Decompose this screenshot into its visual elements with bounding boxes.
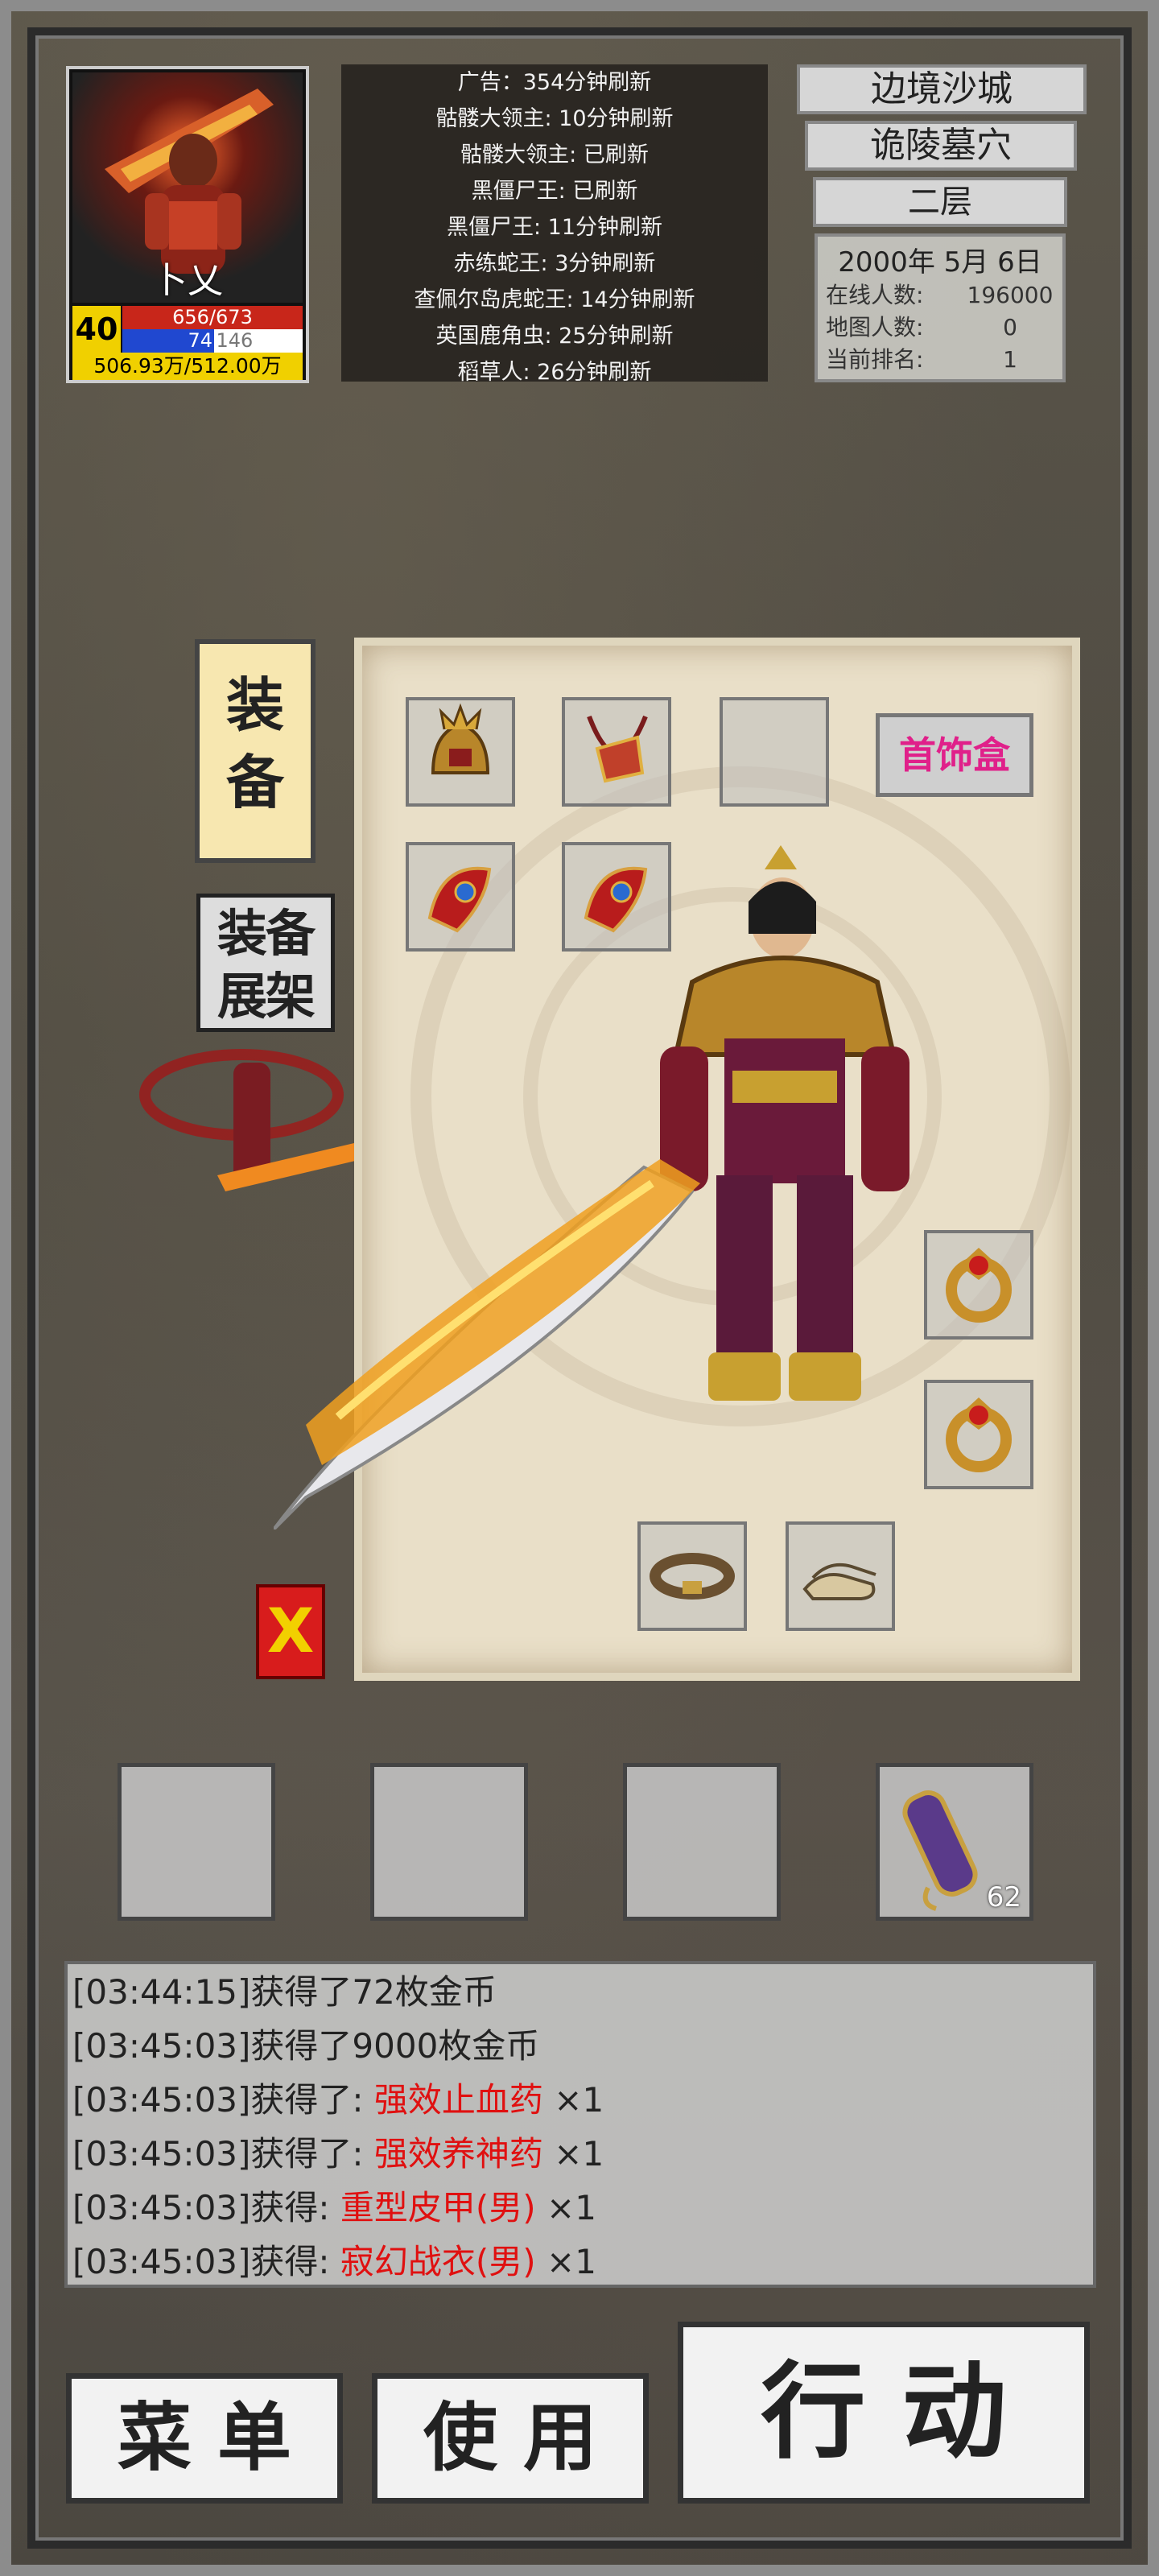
boss-timer-item: 广告：354分钟刷新: [457, 70, 652, 95]
mp-bar: 74 146: [122, 329, 303, 353]
log-line: [03:45:03]获得了: 强效养神药 ×1: [72, 2129, 1088, 2183]
sword-weapon-icon: [274, 1159, 700, 1530]
server-stats: 2000年 5月 6日 在线人数: 196000 地图人数: 0 当前排名: 1: [815, 233, 1066, 382]
bracer-icon: [427, 866, 492, 933]
close-button[interactable]: X: [256, 1584, 325, 1679]
log-line: [03:45:03]获得: 重型皮甲(男) ×1: [72, 2183, 1088, 2237]
map-players-label: 地图人数:: [826, 314, 924, 341]
mp-current: 74: [188, 329, 212, 352]
empty-slot[interactable]: [720, 697, 829, 807]
scroll-count: 62: [986, 1881, 1021, 1913]
log-line: [03:45:03]获得了: 强效止血药 ×1: [72, 2075, 1088, 2129]
boots-icon: [802, 1563, 876, 1600]
ring-icon: [946, 1248, 1012, 1323]
log-line: [03:45:03]获得: 寂幻战衣(男) ×1: [72, 2237, 1088, 2285]
belt-icon: [650, 1553, 735, 1600]
bracelet-left-slot[interactable]: [406, 842, 515, 952]
log-suffix: ×1: [535, 2188, 596, 2227]
log-suffix: ×1: [542, 2080, 604, 2120]
log-text: [03:45:03]获得了9000枚金币: [72, 2026, 540, 2066]
quick-slot-4[interactable]: 62: [876, 1763, 1033, 1921]
player-level: 40: [72, 306, 121, 353]
equipment-tab[interactable]: 装 备: [195, 639, 316, 863]
log-item: 强效止血药: [373, 2080, 543, 2120]
game-date: 2000年 5月 6日: [838, 246, 1042, 279]
message-log[interactable]: [03:44:15]获得了72枚金币 [03:45:03]获得了9000枚金币 …: [64, 1961, 1096, 2288]
rank-row: 当前排名: 1: [826, 344, 1054, 376]
boss-timer-list: 广告：354分钟刷新 骷髅大领主: 10分钟刷新 骷髅大领主: 已刷新 黑僵尸王…: [341, 64, 768, 382]
log-text: [03:45:03]获得:: [72, 2242, 340, 2281]
necklace-slot[interactable]: [562, 697, 671, 807]
player-portrait[interactable]: 卜乂 40 656/673 74 146 506.93万/512.00万: [66, 66, 309, 383]
city-button[interactable]: 边境沙城: [797, 64, 1087, 114]
jewelry-box-button[interactable]: 首饰盒: [876, 713, 1033, 797]
boss-timer-item: 稻草人: 26分钟刷新: [457, 360, 652, 382]
helmet-slot[interactable]: [406, 697, 515, 807]
rank-label: 当前排名:: [826, 346, 924, 373]
menu-button[interactable]: 菜 单: [66, 2373, 343, 2504]
boots-slot[interactable]: [786, 1521, 895, 1631]
online-value: 196000: [967, 282, 1054, 308]
action-button[interactable]: 行 动: [678, 2322, 1090, 2504]
boss-timer-item: 黑僵尸王: 11分钟刷新: [446, 215, 663, 240]
boss-timer-item: 黑僵尸王: 已刷新: [471, 179, 638, 204]
ring-left-slot[interactable]: [924, 1230, 1033, 1340]
quick-slot-2[interactable]: [370, 1763, 528, 1921]
exp-bar: 506.93万/512.00万: [72, 353, 303, 380]
log-text: [03:45:03]获得:: [72, 2188, 340, 2227]
ring-icon: [946, 1397, 1012, 1472]
map-players-value: 0: [1003, 314, 1017, 341]
log-item: 强效养神药: [373, 2134, 543, 2174]
log-item: 寂幻战衣(男): [340, 2242, 536, 2281]
use-button[interactable]: 使 用: [372, 2373, 649, 2504]
belt-slot[interactable]: [637, 1521, 747, 1631]
boss-timer-item: 查佩尔岛虎蛇王: 14分钟刷新: [414, 287, 695, 312]
quick-slot-3[interactable]: [623, 1763, 781, 1921]
necklace-icon: [587, 715, 648, 783]
online-count-row: 在线人数: 196000: [826, 279, 1054, 312]
map-button[interactable]: 诡陵墓穴: [805, 121, 1077, 171]
log-suffix: ×1: [535, 2242, 596, 2281]
log-text: [03:45:03]获得了:: [72, 2080, 374, 2120]
quick-slot-1[interactable]: [118, 1763, 275, 1921]
boss-timer-item: 骷髅大领主: 10分钟刷新: [435, 106, 674, 131]
boss-timer-item: 赤练蛇王: 3分钟刷新: [453, 251, 656, 276]
online-label: 在线人数:: [826, 282, 924, 308]
player-name: 卜乂: [152, 260, 223, 301]
boss-timer-item: 英国鹿角虫: 25分钟刷新: [435, 324, 674, 349]
log-line: [03:45:03]获得了9000枚金币: [72, 2021, 1088, 2075]
helmet-icon: [431, 703, 490, 774]
log-item: 重型皮甲(男): [340, 2188, 536, 2227]
log-suffix: ×1: [542, 2134, 604, 2174]
log-line: [03:44:15]获得了72枚金币: [72, 1967, 1088, 2021]
log-text: [03:44:15]获得了72枚金币: [72, 1972, 497, 2012]
location-panel: 边境沙城 诡陵墓穴 二层 2000年 5月 6日 在线人数: 196000 地图…: [797, 64, 1087, 382]
log-text: [03:45:03]获得了:: [72, 2134, 374, 2174]
boss-timer-item: 骷髅大领主: 已刷新: [460, 142, 649, 167]
mp-max: 146: [216, 329, 254, 352]
hp-bar: 656/673: [122, 306, 303, 329]
floor-button[interactable]: 二层: [813, 177, 1067, 227]
map-players-row: 地图人数: 0: [826, 312, 1054, 344]
ring-right-slot[interactable]: [924, 1380, 1033, 1489]
rank-value: 1: [1003, 346, 1017, 373]
